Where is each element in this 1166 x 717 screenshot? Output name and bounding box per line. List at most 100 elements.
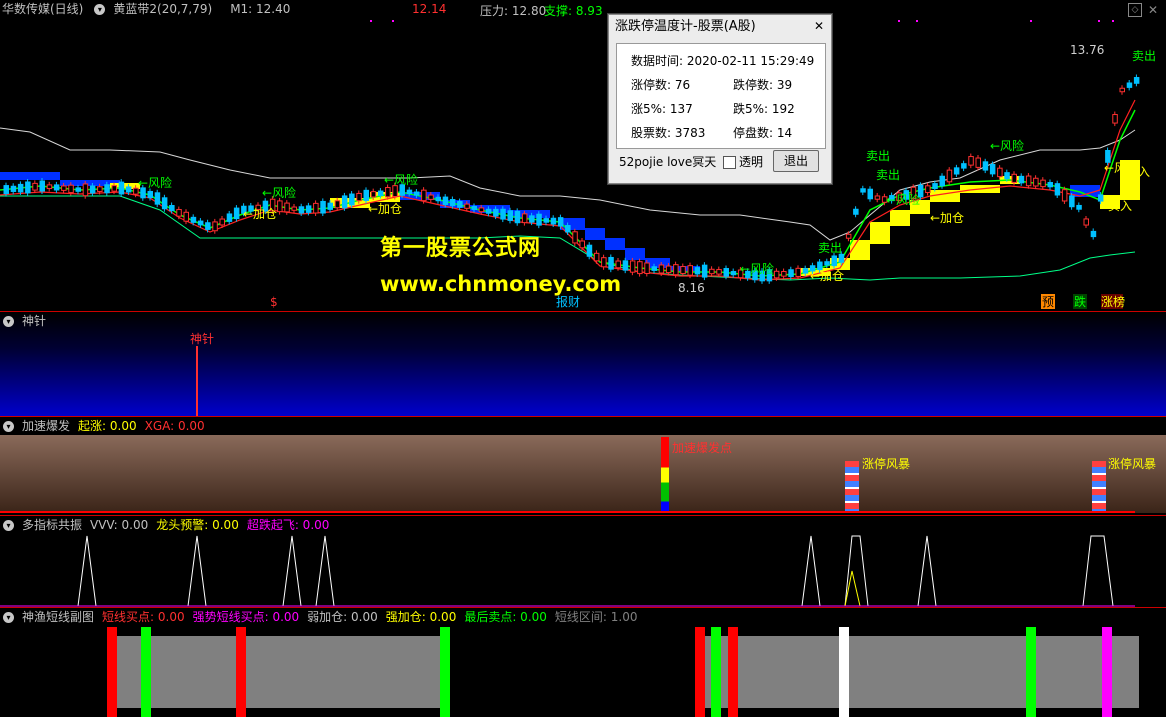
dialog-footer: 52pojie love冥天 <box>619 155 717 169</box>
candle <box>25 181 31 194</box>
candle <box>968 156 974 166</box>
candle <box>10 185 17 192</box>
candle <box>701 264 708 278</box>
candlestick-series <box>3 74 1140 284</box>
candle <box>1047 182 1053 188</box>
candle <box>824 261 830 266</box>
candle <box>334 200 341 209</box>
candle <box>313 202 319 214</box>
strong-buy-value: 强势短线买点: 0.00 <box>192 610 300 624</box>
collapse-icon[interactable]: ▾ <box>3 612 14 623</box>
xga-value: XGA: 0.00 <box>144 419 205 433</box>
candle <box>644 262 650 274</box>
candle <box>932 183 938 189</box>
collapse-icon[interactable]: ▾ <box>3 421 14 432</box>
candle <box>428 194 434 200</box>
main-chart-canvas[interactable]: ←风险 ←加仓 ←风险 ←加仓 ←风险 ←风险 ←风险 ←加仓 卖出 卖出 ←风… <box>0 0 1166 311</box>
candle <box>1076 204 1082 210</box>
expand-icon[interactable]: ◇ <box>1128 3 1142 17</box>
limit-thermometer-dialog[interactable]: 涨跌停温度计-股票(A股) ✕ 数据时间: 2020-02-11 15:29:4… <box>608 14 832 184</box>
candle <box>781 271 787 277</box>
pane-shenyu[interactable]: ▾ 神渔短线副图 短线买点: 0.00 强势短线买点: 0.00 弱加仓: 0.00 强加… <box>0 608 1166 717</box>
candle <box>219 218 225 226</box>
candle <box>161 197 168 210</box>
candle <box>406 189 413 194</box>
candle <box>17 183 24 193</box>
candle <box>89 185 96 194</box>
collapse-icon[interactable]: ▾ <box>94 4 106 15</box>
candle <box>975 157 981 168</box>
resonance-peaks <box>77 535 1114 607</box>
left-tag: $ <box>270 295 278 309</box>
pressure-value: 压力: 12.80 <box>480 4 547 18</box>
candle <box>853 208 859 215</box>
tag-limit-up: 涨榜 <box>1101 294 1125 309</box>
candle <box>795 267 801 277</box>
candle <box>298 206 305 214</box>
mid-tag: 报财 <box>556 294 580 309</box>
tag-pre: 预 <box>1042 295 1054 309</box>
tag-fall: 跌 <box>1074 294 1086 309</box>
candle <box>68 184 74 194</box>
annotation-add: ←加仓 <box>243 207 277 221</box>
window-close-icon[interactable]: ✕ <box>1148 3 1158 17</box>
exit-button[interactable]: 退出 <box>773 150 819 172</box>
storm-label-1: 涨停风暴 <box>862 457 911 471</box>
checkbox-icon[interactable] <box>723 156 736 169</box>
range-block-2 <box>697 636 1139 708</box>
shenzhen-bar <box>196 346 198 416</box>
pane-shenzhen[interactable]: ▾ 神针 神针 <box>0 312 1166 416</box>
candle <box>385 187 391 198</box>
annotation-add: ←加仓 <box>368 202 402 216</box>
candle <box>183 211 189 222</box>
candle <box>53 184 60 191</box>
collapse-icon[interactable]: ▾ <box>3 316 14 327</box>
accel-bar <box>661 437 669 513</box>
candle <box>471 205 477 211</box>
candle <box>615 260 621 269</box>
indicator-name[interactable]: 黄蓝带2(20,7,79) <box>113 2 212 16</box>
candle <box>687 265 693 276</box>
candle <box>1018 175 1025 184</box>
annotation-buy: 买入 <box>1126 165 1150 179</box>
candle <box>1069 195 1075 208</box>
candle <box>233 207 240 220</box>
candle <box>154 192 161 205</box>
main-chart-pane[interactable]: ←风险 ←加仓 ←风险 ←加仓 ←风险 ←风险 ←风险 ←加仓 卖出 卖出 ←风… <box>0 0 1166 311</box>
storm-stack-1 <box>845 461 859 513</box>
candle <box>838 253 845 263</box>
candle <box>1025 175 1032 187</box>
dialog-title[interactable]: 涨跌停温度计-股票(A股) <box>609 15 831 39</box>
candle <box>305 205 312 213</box>
limit-up-count: 涨停数: 76 <box>631 78 691 92</box>
candle <box>845 233 852 239</box>
weak-add-value: 弱加仓: 0.00 <box>307 610 378 624</box>
storm-stack-2 <box>1092 461 1106 513</box>
candle <box>82 183 89 197</box>
candle <box>1133 77 1140 84</box>
candle <box>982 161 989 171</box>
candle <box>39 180 45 192</box>
pane-acceleration[interactable]: ▾ 加速爆发 起涨: 0.00 XGA: 0.00 加速爆发点 涨停风暴 涨停风暴 <box>0 417 1166 515</box>
transparent-checkbox[interactable]: 透明 <box>723 153 763 170</box>
pane-resonance[interactable]: ▾ 多指标共振 VVV: 0.00 龙头预警: 0.00 超跌起飞: 0.00 <box>0 516 1166 608</box>
main-header: 华数传媒(日线) ▾ 黄蓝带2(20,7,79) M1: 12.40 <box>0 0 298 18</box>
support-value: 支撑: 8.93 <box>544 4 603 18</box>
pane-title: 神渔短线副图 <box>22 610 95 624</box>
candle <box>651 266 657 271</box>
pane-title: 神针 <box>22 314 47 328</box>
bar-white <box>839 627 849 717</box>
candle <box>75 187 81 192</box>
candle <box>1040 179 1046 188</box>
bar-green <box>1026 627 1036 717</box>
close-icon[interactable]: ✕ <box>811 18 827 34</box>
shenzhen-label: 神针 <box>190 332 215 346</box>
candle <box>507 210 513 221</box>
candle <box>709 268 715 275</box>
candle <box>370 191 377 198</box>
candle <box>925 185 931 194</box>
candle <box>550 217 557 225</box>
candle <box>226 213 233 222</box>
candle <box>867 188 873 200</box>
candle <box>629 260 636 273</box>
